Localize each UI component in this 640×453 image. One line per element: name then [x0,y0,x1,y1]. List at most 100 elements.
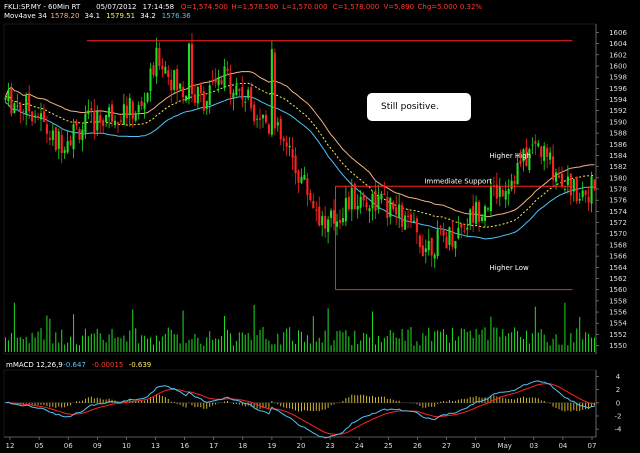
volume-bar [78,345,80,352]
candle-body [291,149,294,158]
candle-body [507,188,510,195]
candle-body [495,184,498,199]
volume-bar [117,337,119,352]
macd-y-tick-label: 2 [616,386,620,394]
candle-body [356,206,359,210]
candle-body [427,240,430,251]
volume-bar [132,309,134,352]
macd-y-tick-label: -2 [615,412,622,420]
volume-bar [37,331,39,352]
price-y-tick-label: 1566 [609,253,627,261]
x-tick-label: 04 [558,442,567,450]
volume-bar [321,342,323,352]
candle-body [13,103,16,114]
candle-body [472,206,475,223]
price-y-tick-label: 1568 [609,241,627,249]
volume-bar [126,341,128,352]
candle-body [199,84,202,94]
volume-bar [247,332,249,352]
volume-bar [505,336,507,352]
volume-bar [502,329,504,352]
x-tick-label: 12 [6,442,15,450]
candle-body [386,197,389,219]
macd-y-tick-label: 4 [616,373,621,381]
volume-bar [179,343,181,352]
candle-body [270,49,273,135]
candle-body [155,47,158,77]
volume-bar [306,335,308,352]
volume-bar [155,335,157,352]
volume-bar [259,329,261,352]
volume-bar [277,333,279,352]
price-y-tick-label: 1602 [609,51,627,59]
candle-body [448,227,451,245]
volume-bar [564,302,566,352]
candle-body [253,104,256,122]
annotation-label: Immediate Support [424,177,492,185]
volume-bar [84,328,86,352]
candle-body [7,90,10,102]
candle-body [54,127,57,151]
candle-body [16,105,19,107]
price-y-tick-label: 1550 [609,342,627,350]
macd-frame [3,369,597,438]
candle-body [69,140,72,146]
volume-bar [289,327,291,352]
volume-bar [46,315,48,352]
volume-bar [188,339,190,352]
volume-bar [318,337,320,352]
price-y-tick-label: 1552 [609,331,627,339]
price-y-tick-label: 1600 [609,62,627,70]
volume-bar [194,334,196,352]
candle-body [232,92,235,99]
volume-bar [428,327,430,352]
volume-bar [303,341,305,352]
candle-body [510,180,513,190]
candle-body [489,186,492,212]
candle-body [48,137,51,140]
volume-bar [511,332,513,352]
volume-bar [61,329,63,352]
candle-body [584,190,587,195]
candle-body [93,111,96,133]
candle-body [469,209,472,226]
volume-bar [537,332,539,352]
candle-body [81,129,84,141]
volume-bar [271,344,273,352]
volume-bar [463,329,465,352]
candle-body [267,124,270,134]
candle-body [486,208,489,210]
candle-body [498,186,501,197]
volume-bar [28,343,30,352]
volume-bar [221,335,223,352]
candle-body [119,120,122,122]
candle-body [513,180,516,185]
volume-bar [218,339,220,352]
header-line2-item-1: 1578.20 [51,12,80,20]
volume-bar [369,337,371,352]
volume-bar [345,330,347,352]
candle-body [389,197,392,217]
price-y-axis: 1550 1552 1554 1556 1558 1560 1562 1564 1566 1568… [595,24,627,354]
volume-bar [487,339,489,352]
x-tick-label: 03 [529,442,538,450]
volume-bar [265,338,267,352]
x-tick-label: 05 [35,442,44,450]
volume-bar [295,343,297,352]
volume-bar [594,337,596,352]
annotation-label: Higher Low [489,264,529,272]
candle-body [75,122,78,126]
volume-bar [342,332,344,352]
candle-body [51,130,54,141]
volume-bar [431,341,433,352]
volume-bar [425,335,427,352]
x-tick-label: 20 [297,442,306,450]
candle-body [87,110,90,114]
volume-bar [129,330,131,352]
candle-body [10,88,13,114]
candle-body [63,150,66,154]
volume-bar [588,333,590,352]
candle-body [549,152,552,160]
candle-body [483,206,487,221]
header-line2-item-2: 34.1 [85,12,101,20]
